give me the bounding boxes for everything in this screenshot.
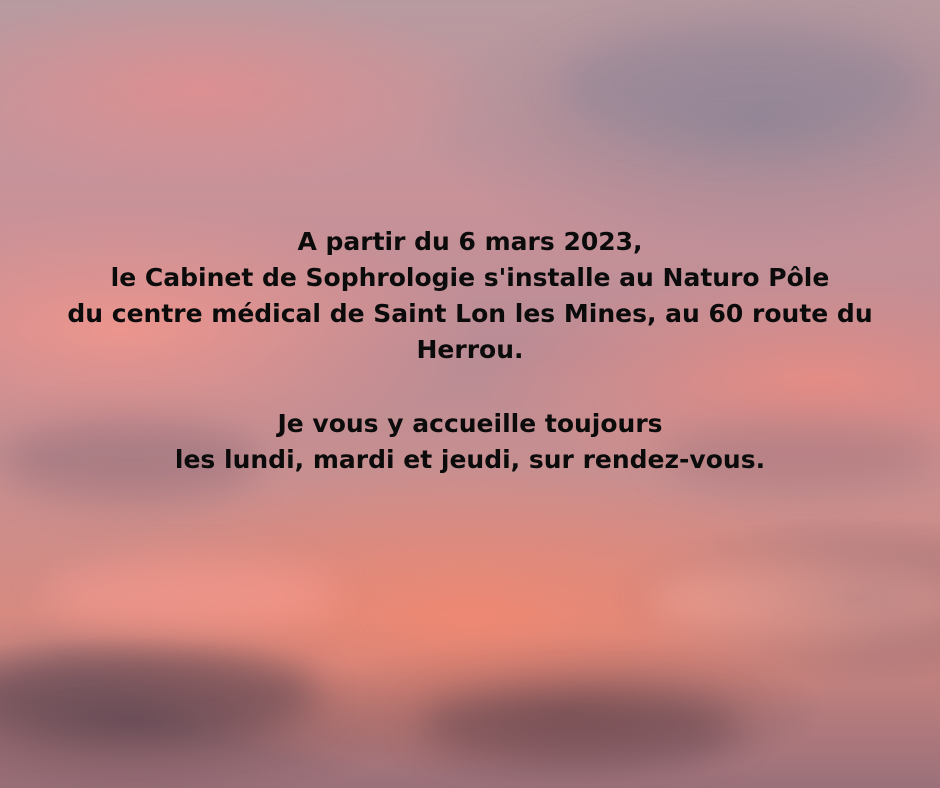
schedule-line: les lundi, mardi et jeudi, sur rendez-vo… [174,445,766,474]
announcement-text: A partir du 6 mars 2023, le Cabinet de S… [0,224,940,478]
pink-cloud [40,560,340,630]
pink-cloud [650,560,940,640]
schedule-line: Je vous y accueille toujours [277,409,663,438]
announcement-line: le Cabinet de Sophrologie s'installe au … [110,263,830,292]
grey-cloud [560,30,920,140]
dark-cloud [420,690,740,760]
announcement-line: Herrou. [416,335,524,364]
dark-cloud [0,650,320,740]
sunset-sky-background: A partir du 6 mars 2023, le Cabinet de S… [0,0,940,788]
announcement-line: du centre médical de Saint Lon les Mines… [67,299,873,328]
announcement-line: A partir du 6 mars 2023, [297,227,643,256]
